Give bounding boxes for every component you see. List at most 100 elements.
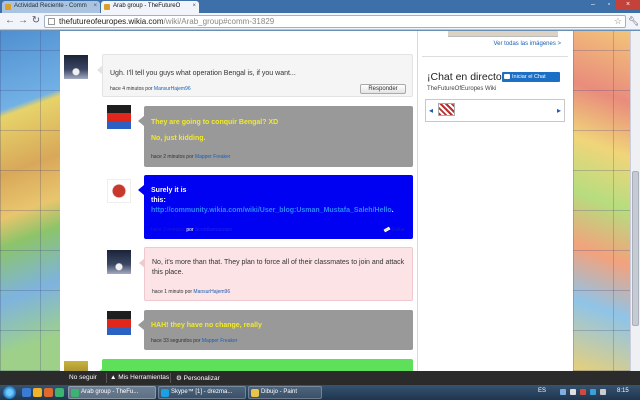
chat-wiki-name: TheFutureOfEuropes Wiki — [427, 86, 497, 92]
comment-author-link[interactable]: Scrottlasnazzaro — [195, 227, 232, 233]
customize-label: Personalizar — [183, 375, 220, 382]
carousel-next-icon[interactable]: ▸ — [557, 106, 561, 115]
taskbar-item-label: Skype™ [1] - drezma... — [171, 389, 233, 395]
unfollow-button[interactable]: No seguir — [69, 374, 97, 381]
avatar[interactable] — [107, 179, 131, 203]
comment-link[interactable]: http://community.wikia.com/wiki/User_blo… — [151, 207, 392, 214]
taskbar-item-label: Arab group - TheFu... — [81, 389, 139, 395]
wikia-toolbar: No seguir ▲ Mis Herramientas ⚙ Personali… — [0, 371, 640, 385]
ie-icon[interactable] — [22, 388, 31, 397]
comment-text-line2: No, just kidding. — [151, 135, 206, 142]
chat-user-avatar[interactable] — [438, 103, 455, 116]
close-window-icon[interactable]: × — [616, 0, 640, 10]
comment-author-link[interactable]: Mapper Freaker — [202, 338, 238, 344]
avatar[interactable] — [107, 311, 131, 335]
comment-meta: hace 2 minutos por Mapper Freaker — [151, 154, 231, 160]
back-arrow-icon[interactable]: ← — [4, 15, 16, 27]
url-domain: thefutureofeuropes.wikia.com — [59, 17, 164, 26]
tray-arrow-icon[interactable] — [560, 389, 566, 395]
comment-text: HAH! they have no change, really — [151, 322, 262, 329]
reply-button[interactable]: Responder — [360, 84, 406, 94]
clock[interactable]: 8:15 — [617, 388, 629, 394]
see-all-images-link[interactable]: Ver todas las imágenes > — [493, 41, 561, 47]
reload-icon[interactable]: ↻ — [30, 15, 42, 27]
maximize-icon[interactable]: ▫ — [601, 0, 617, 10]
forward-arrow-icon[interactable]: → — [17, 15, 29, 27]
avatar[interactable] — [64, 55, 88, 79]
chat-user-carousel: ◂ ▸ — [425, 99, 565, 122]
tab-arab-group[interactable]: Arab group - TheFutureO × — [101, 1, 199, 13]
gear-icon: ⚙ — [176, 375, 184, 382]
chat-bubble-icon — [504, 74, 510, 79]
page-scrollbar[interactable] — [630, 31, 640, 371]
taskbar-item-paint[interactable]: Dibujo - Paint — [248, 386, 322, 399]
comment-text: Ugh. I'll tell you guys what operation B… — [110, 70, 296, 77]
comment-time: hace 4 minutos por — [110, 86, 153, 92]
my-tools-button[interactable]: ▲ Mis Herramientas — [110, 374, 169, 381]
my-tools-label: Mis Herramientas — [118, 374, 170, 381]
menu-triangle-icon: ▲ — [110, 374, 119, 381]
customize-button[interactable]: ⚙ Personalizar — [176, 374, 220, 382]
wrench-menu-icon[interactable]: 🔧︎ — [628, 15, 639, 27]
close-tab-icon[interactable]: × — [192, 3, 196, 9]
tab-actividad-reciente[interactable]: Actividad Reciente - Comm × — [2, 1, 100, 13]
avatar[interactable] — [64, 361, 88, 371]
comment-bubble — [96, 359, 413, 371]
taskbar-item-label: Dibujo - Paint — [261, 389, 298, 395]
map-gridlines — [0, 31, 60, 371]
map-background-left — [0, 31, 60, 371]
carousel-prev-icon[interactable]: ◂ — [429, 106, 433, 115]
comment-bubble: HAH! they have no change, really hace 33… — [138, 310, 413, 350]
minimize-icon[interactable]: – — [585, 0, 601, 10]
comment-text-b: this: http://community.wikia.com/wiki/Us… — [151, 196, 406, 216]
comment-meta: hace 1 minuto por MansurHajem96 — [152, 289, 230, 295]
start-chat-label: Iniciar el Chat — [512, 74, 546, 80]
media-player-icon[interactable] — [44, 388, 53, 397]
comment-time: hace 2 minutos — [151, 227, 185, 233]
comment-meta: hace 4 minutos por MansurHajem96 — [110, 86, 191, 92]
comment-author-link[interactable]: MansurHajem96 — [154, 86, 191, 92]
language-indicator[interactable]: ES — [538, 388, 546, 394]
chrome-icon — [71, 389, 79, 397]
windows-taskbar: Arab group - TheFu... Skype™ [1] - drezm… — [0, 385, 640, 400]
comment-bubble: Surely it is this: http://community.wiki… — [138, 175, 413, 239]
folder-icon[interactable] — [33, 388, 42, 397]
comment-time: hace 2 minutos por — [151, 154, 194, 160]
comment-author-link[interactable]: MansurHajem96 — [193, 289, 230, 295]
volume-icon[interactable] — [600, 389, 606, 395]
avatar[interactable] — [107, 105, 131, 129]
comment-author-link[interactable]: Mapper Freaker — [195, 154, 231, 160]
start-chat-button[interactable]: Iniciar el Chat — [502, 72, 560, 82]
page-icon — [48, 18, 55, 25]
comment-text: No, it's more than that. They plan to fo… — [152, 259, 405, 276]
tab-label: Actividad Reciente - Comm — [14, 3, 87, 9]
skype-tray-icon[interactable] — [590, 389, 596, 395]
edit-label: Editar — [391, 227, 405, 233]
start-button-icon[interactable] — [3, 386, 16, 399]
avatar[interactable] — [107, 250, 131, 274]
comment-text-b-label: this: — [151, 197, 166, 204]
toolbar-separator — [170, 373, 171, 383]
toolbar-separator — [106, 373, 107, 383]
skype-icon — [161, 389, 169, 397]
right-rail: Ver todas las imágenes > ¡Chat en direct… — [417, 31, 573, 371]
map-background-right — [573, 31, 630, 371]
bookmark-star-icon[interactable]: ☆ — [614, 16, 622, 27]
close-tab-icon[interactable]: × — [93, 3, 97, 9]
security-icon[interactable] — [580, 389, 586, 395]
network-icon[interactable] — [570, 389, 576, 395]
edit-link[interactable]: Editar — [383, 226, 405, 233]
taskbar-item-skype[interactable]: Skype™ [1] - drezma... — [158, 386, 246, 399]
scrollbar-thumb[interactable] — [632, 171, 639, 326]
comment-text-a: Surely it is — [151, 187, 187, 194]
taskbar-item-browser[interactable]: Arab group - TheFu... — [68, 386, 156, 399]
pencil-icon — [383, 226, 391, 233]
wiki-page: Ugh. I'll tell you guys what operation B… — [60, 31, 573, 371]
chrome-icon[interactable] — [55, 388, 64, 397]
image-thumbnails[interactable] — [448, 31, 558, 37]
comment-meta: hace 33 segundos por Mapper Freaker — [151, 338, 237, 344]
address-bar[interactable]: thefutureofeuropes.wikia.com/wiki/Arab_g… — [44, 15, 626, 28]
comment-bubble: No, it's more than that. They plan to fo… — [139, 247, 413, 301]
tab-label: Arab group - TheFutureO — [113, 3, 181, 9]
comment-time: hace 1 minuto por — [152, 289, 193, 295]
